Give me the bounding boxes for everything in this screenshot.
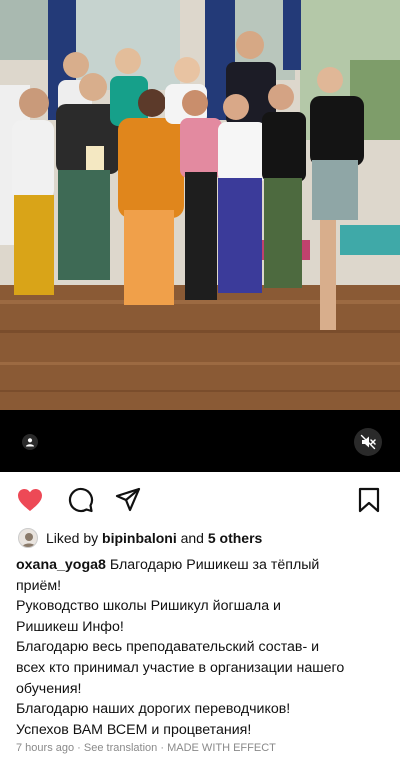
liker-avatar <box>18 528 38 548</box>
made-with-effect-link[interactable]: MADE WITH EFFECT <box>167 742 276 754</box>
post-caption: oxana_yoga8 Благодарю Ришикеш за тёплый … <box>16 555 388 740</box>
liked-by-conj: and <box>180 530 204 546</box>
caption-line: Благодарю весь преподавательский состав-… <box>16 639 320 656</box>
caption-line: Руководство школы Ришикул йогшала и <box>16 598 281 615</box>
caption-line: Ришикеш Инфо! <box>16 618 124 635</box>
speaker-muted-icon <box>360 434 376 450</box>
caption-line: Успехов ВАМ ВСЕМ и процветания! <box>16 721 252 738</box>
tag-people-button[interactable] <box>22 434 38 450</box>
post-photo[interactable] <box>0 0 400 410</box>
heart-filled-icon <box>18 489 42 511</box>
post-timestamp: 7 hours ago <box>16 742 75 754</box>
bookmark-icon <box>358 487 380 513</box>
avatar-image <box>22 533 36 547</box>
post-media[interactable] <box>0 0 400 472</box>
like-button[interactable] <box>16 486 44 514</box>
post-meta-row: 7 hours ago · See translation · MADE WIT… <box>16 742 276 754</box>
meta-separator: · <box>160 742 165 754</box>
paper-plane-icon <box>115 487 141 512</box>
comment-icon <box>68 487 94 513</box>
mute-toggle-button[interactable] <box>354 428 382 456</box>
group-photo-image <box>0 0 400 410</box>
caption-line: всех кто принимал участие в организации … <box>16 659 345 676</box>
share-button[interactable] <box>114 486 142 514</box>
caption-line: приём! <box>16 577 62 594</box>
see-translation-link[interactable]: See translation <box>84 742 157 754</box>
liked-by-others-link[interactable]: 5 others <box>208 530 262 546</box>
liked-by-row[interactable]: Liked by bipinbaloni and 5 others <box>18 527 262 549</box>
caption-text-start: Благодарю Ришикеш за тёплый <box>109 557 320 573</box>
post-action-bar <box>0 480 400 520</box>
liked-by-prefix: Liked by <box>46 530 99 546</box>
comment-button[interactable] <box>66 486 94 514</box>
meta-separator: · <box>77 742 81 754</box>
caption-line: обучения! <box>16 680 82 697</box>
caption-line: Благодарю наших дорогих переводчиков! <box>16 701 291 718</box>
liked-by-user-link[interactable]: bipinbaloni <box>102 530 177 546</box>
caption-first-line: oxana_yoga8 Благодарю Ришикеш за тёплый <box>16 555 388 576</box>
person-tag-icon <box>26 438 34 447</box>
save-button[interactable] <box>355 486 383 514</box>
caption-username-link[interactable]: oxana_yoga8 <box>16 557 106 573</box>
